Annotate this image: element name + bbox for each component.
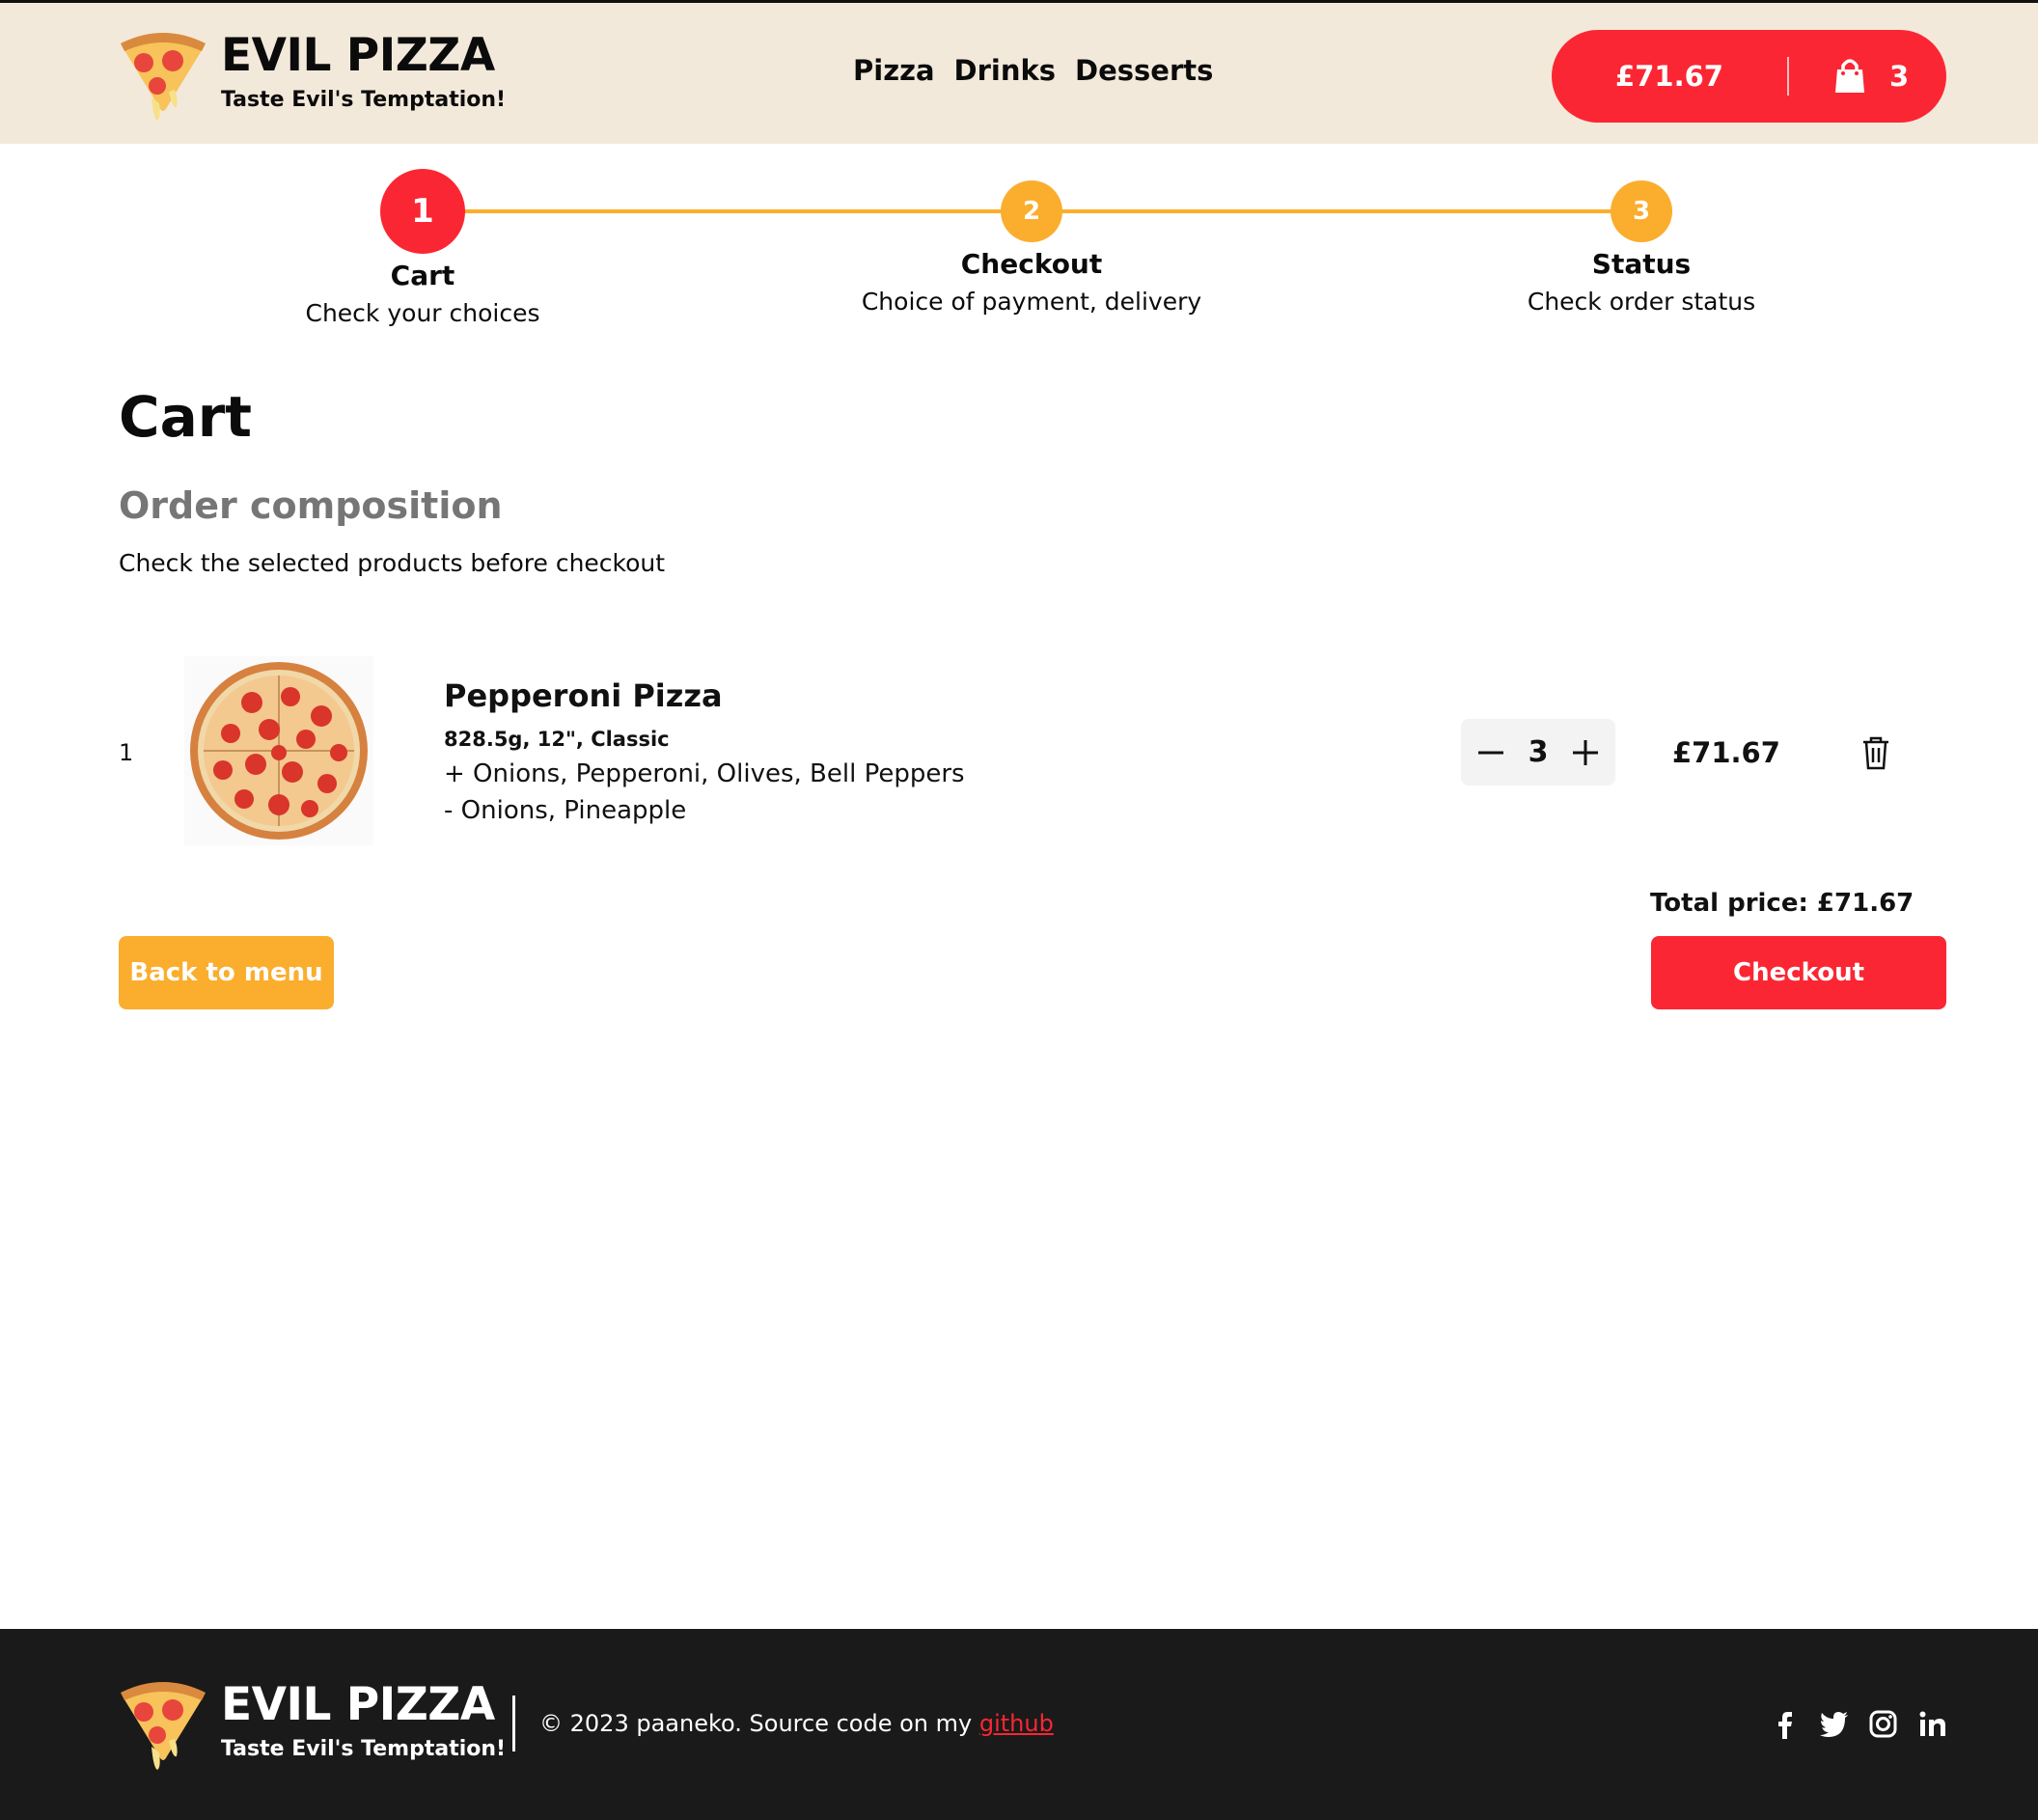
brand-name: EVIL PIZZA	[221, 29, 495, 82]
social-links	[1770, 1709, 1947, 1739]
pizza-slice-logo-icon	[121, 33, 206, 121]
total-price: Total price: £71.67	[1650, 889, 1914, 918]
step-description: Choice of payment, delivery	[861, 288, 1202, 316]
copyright-text: © 2023 paaneko. Source code on my	[539, 1710, 979, 1737]
site-header: EVIL PIZZA Taste Evil's Temptation! Pizz…	[0, 0, 2038, 144]
back-to-menu-button[interactable]: Back to menu	[119, 936, 334, 1009]
brand-tagline: Taste Evil's Temptation!	[221, 88, 507, 112]
step-cart: 1 Cart Check your choices	[278, 169, 567, 327]
instagram-icon[interactable]	[1868, 1709, 1898, 1739]
cart-item-row: 1 Pepperoni Pizza 828.5g, 12", Classic +…	[119, 648, 1946, 851]
section-subtitle: Order composition	[119, 484, 503, 527]
site-footer: EVIL PIZZA Taste Evil's Temptation! © 20…	[0, 1629, 2038, 1820]
nav-item-drinks[interactable]: Drinks	[954, 54, 1057, 87]
shopping-bag-icon	[1835, 59, 1864, 93]
brand-logo-link[interactable]: EVIL PIZZA Taste Evil's Temptation!	[119, 30, 506, 123]
facebook-icon[interactable]	[1770, 1709, 1800, 1739]
github-link[interactable]: github	[979, 1710, 1054, 1737]
step-label: Checkout	[960, 248, 1103, 280]
quantity-value: 3	[1528, 735, 1549, 769]
quantity-stepper: 3	[1461, 719, 1615, 786]
linkedin-icon[interactable]	[1917, 1709, 1947, 1739]
item-added-toppings: + Onions, Pepperoni, Olives, Bell Pepper…	[444, 759, 965, 788]
checkout-stepper: 1 Cart Check your choices 2 Checkout Cho…	[0, 144, 2038, 366]
cart-button-divider	[1787, 57, 1789, 96]
section-description: Check the selected products before check…	[119, 549, 666, 577]
nav-item-pizza[interactable]: Pizza	[853, 54, 935, 87]
step-number: 1	[380, 169, 465, 254]
step-label: Status	[1591, 248, 1692, 280]
step-label: Cart	[390, 260, 455, 291]
item-index: 1	[119, 739, 134, 766]
checkout-button[interactable]: Checkout	[1651, 936, 1946, 1009]
page-title: Cart	[119, 384, 253, 450]
cart-total-price: £71.67	[1615, 60, 1723, 93]
footer-brand-name: EVIL PIZZA	[221, 1678, 495, 1731]
plus-icon[interactable]	[1569, 736, 1602, 769]
pepperoni-pizza-image	[184, 656, 373, 845]
main-nav: Pizza Drinks Desserts	[853, 54, 1213, 87]
cart-item-count: 3	[1889, 60, 1910, 93]
item-meta: 828.5g, 12", Classic	[444, 728, 670, 751]
trash-icon[interactable]	[1861, 735, 1890, 770]
step-checkout: 2 Checkout Choice of payment, delivery	[839, 180, 1225, 316]
twitter-icon[interactable]	[1819, 1709, 1849, 1739]
step-status: 3 Status Check order status	[1497, 180, 1786, 316]
footer-brand-tagline: Taste Evil's Temptation!	[221, 1737, 507, 1761]
item-removed-toppings: - Onions, Pineapple	[444, 796, 687, 825]
footer-copyright: © 2023 paaneko. Source code on my github	[539, 1710, 1054, 1737]
pizza-slice-logo-icon	[121, 1682, 206, 1770]
header-cart-button[interactable]: £71.67 3	[1552, 30, 1946, 123]
footer-brand-logo-link[interactable]: EVIL PIZZA Taste Evil's Temptation!	[119, 1679, 506, 1772]
item-name: Pepperoni Pizza	[444, 677, 723, 714]
step-number: 3	[1611, 180, 1672, 242]
item-price: £71.67	[1672, 736, 1780, 769]
step-number: 2	[1001, 180, 1062, 242]
nav-item-desserts[interactable]: Desserts	[1075, 54, 1213, 87]
footer-divider	[512, 1696, 515, 1751]
step-description: Check your choices	[305, 299, 540, 327]
minus-icon[interactable]	[1474, 736, 1507, 769]
step-description: Check order status	[1527, 288, 1756, 316]
